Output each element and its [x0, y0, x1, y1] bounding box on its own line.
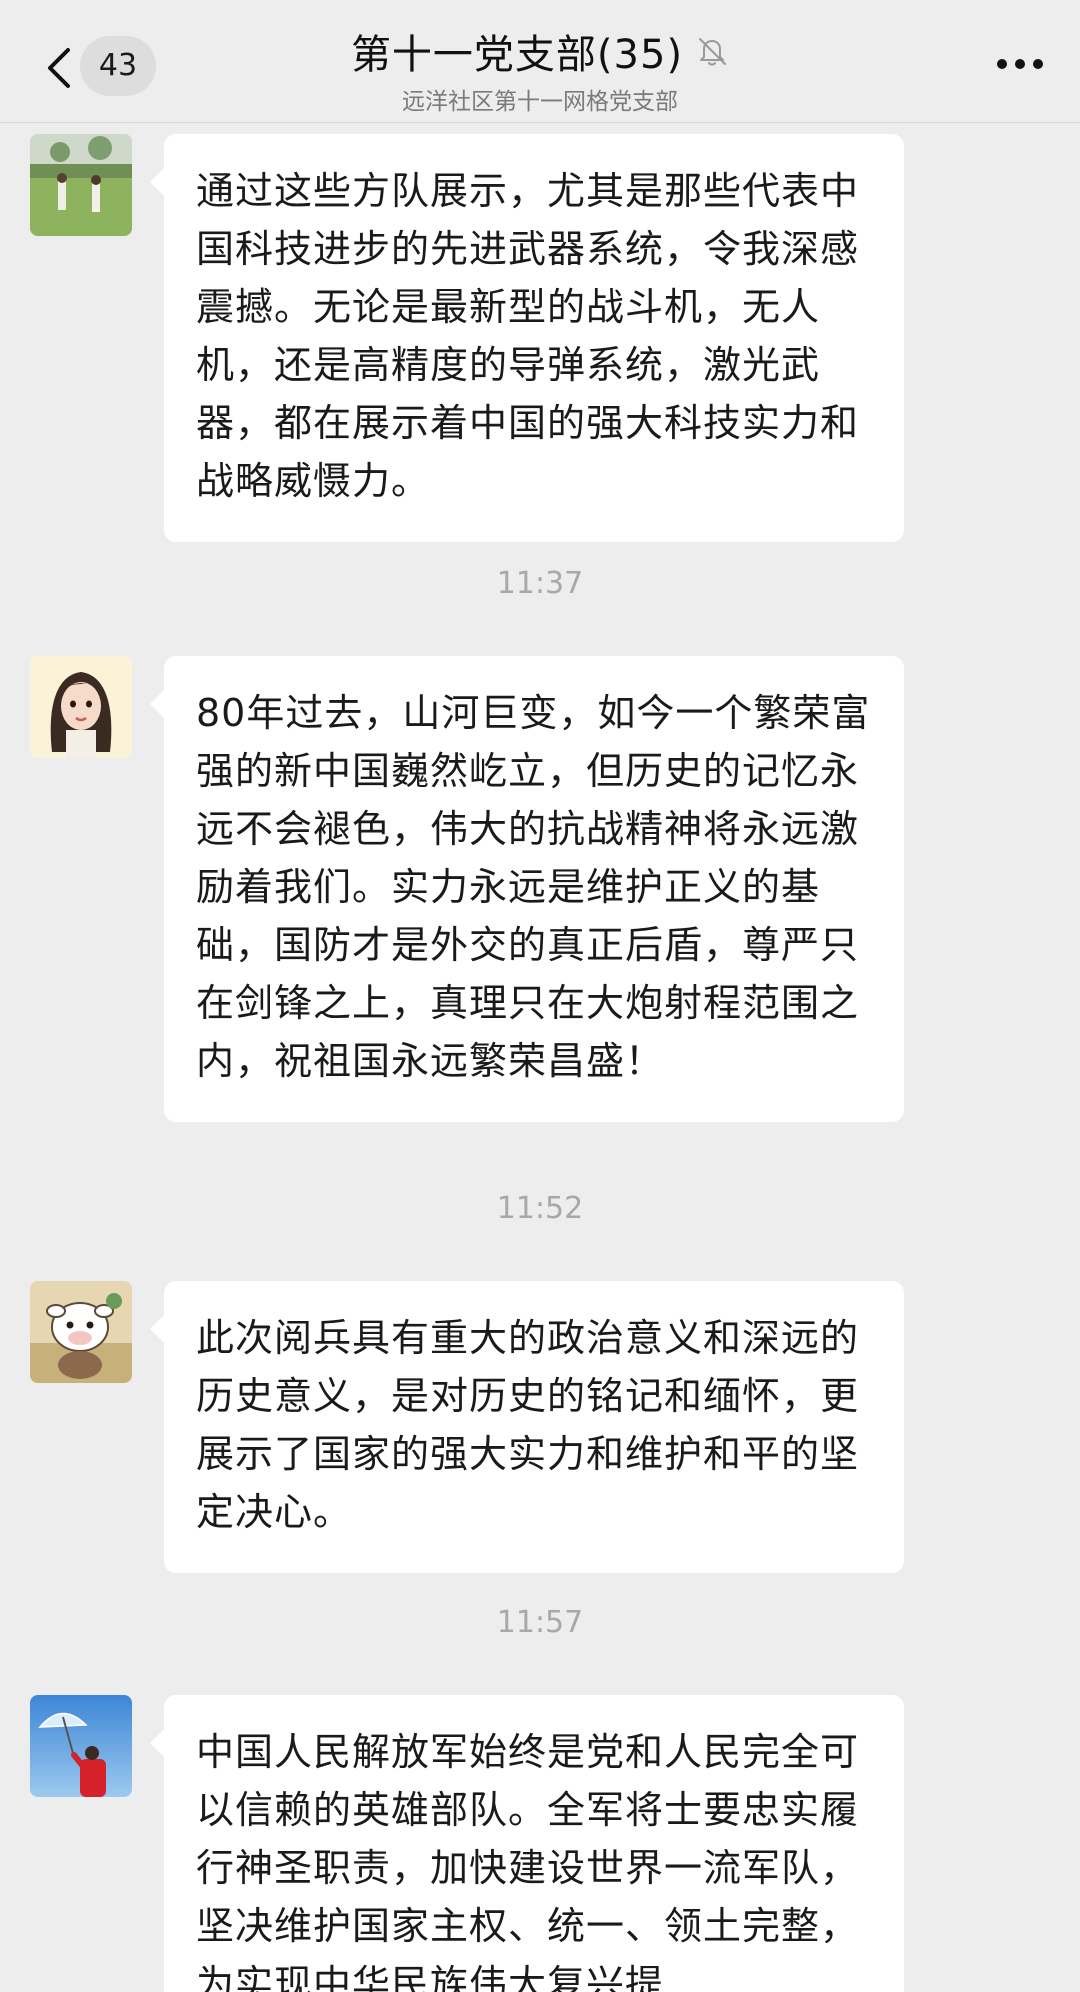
more-dots-icon[interactable]: [990, 46, 1050, 82]
bell-muted-icon: [699, 38, 727, 66]
timestamp: 11:57: [496, 1605, 584, 1640]
timestamp: 11:37: [496, 566, 584, 601]
chat-title: 第十一党支部(35): [350, 32, 684, 78]
umbrella-photo-avatar[interactable]: [30, 1695, 132, 1797]
message-bubble[interactable]: 80年过去，山河巨变，如今一个繁荣富强的新中国巍然屹立，但历史的记忆永远不会褪色…: [150, 656, 904, 1122]
message-bubble[interactable]: 此次阅兵具有重大的政治意义和深远的历史意义，是对历史的铭记和缅怀，更展示了国家的…: [150, 1281, 904, 1573]
back-button[interactable]: 43: [28, 36, 158, 96]
chat-title-area[interactable]: 第十一党支部(35) 远洋社区第十一网格党支部: [240, 22, 840, 116]
chat-header: 43 第十一党支部(35) 远洋社区第十一网格党支部: [0, 0, 1080, 123]
message-bubble[interactable]: 中国人民解放军始终是党和人民完全可以信赖的英雄部队。全军将士要忠实履行神圣职责，…: [150, 1695, 904, 1992]
message-bubble[interactable]: 通过这些方队展示，尤其是那些代表中国科技进步的先进武器系统，令我深感震撼。无论是…: [150, 134, 904, 542]
cartoon-cow-avatar[interactable]: [30, 1281, 132, 1383]
timestamp: 11:52: [496, 1191, 584, 1226]
chevron-left-icon: [48, 48, 70, 88]
chat-screen: 43 第十一党支部(35) 远洋社区第十一网格党支部 通过这些方队展示，尤其是那…: [0, 0, 1080, 1992]
unread-count-badge: 43: [80, 36, 156, 96]
cartoon-girl-avatar[interactable]: [30, 656, 132, 758]
landscape-photo-avatar[interactable]: [30, 134, 132, 236]
chat-subtitle: 远洋社区第十一网格党支部: [402, 89, 678, 115]
